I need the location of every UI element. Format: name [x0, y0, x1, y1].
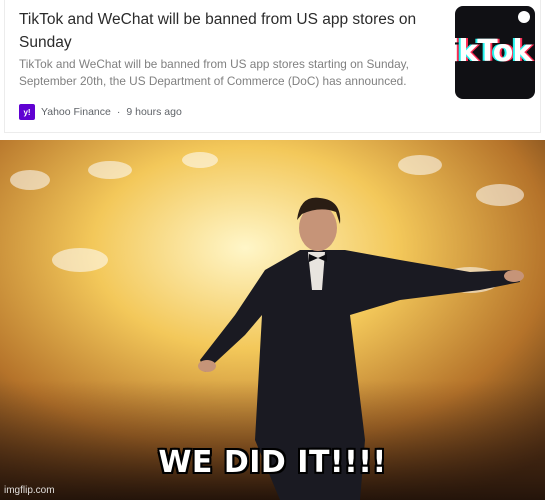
thumbnail-logo-text: ikTok — [455, 34, 532, 69]
news-headline[interactable]: TikTok and WeChat will be banned from US… — [19, 8, 439, 54]
yahoo-logo-icon: y! — [19, 104, 35, 120]
yahoo-logo-letter: y! — [23, 107, 31, 117]
time-ago: 9 hours ago — [126, 106, 182, 118]
source-separator: · — [116, 106, 121, 118]
news-card[interactable]: TikTok and WeChat will be banned from US… — [4, 0, 541, 133]
news-source-row: y! Yahoo Finance · 9 hours ago — [19, 103, 182, 121]
news-thumbnail[interactable]: ikTok — [455, 6, 535, 99]
thumbnail-badge-icon — [518, 11, 530, 23]
source-name: Yahoo Finance — [41, 106, 111, 118]
news-summary: TikTok and WeChat will be banned from US… — [19, 57, 409, 88]
meme-caption: WE DID IT!!!! — [158, 445, 387, 480]
imgflip-watermark: imgflip.com — [4, 485, 55, 496]
